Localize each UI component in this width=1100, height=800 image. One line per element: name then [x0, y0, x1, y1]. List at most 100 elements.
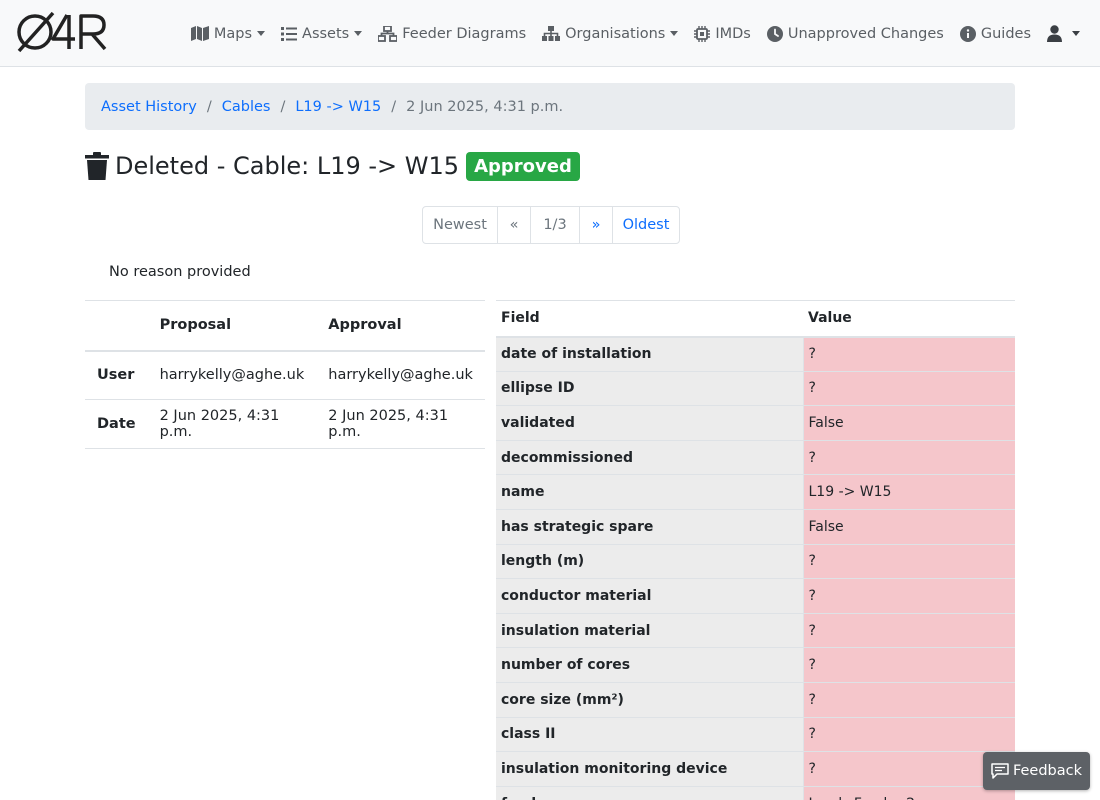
- org-icon: [542, 25, 561, 41]
- field-name: has strategic spare: [496, 509, 803, 545]
- table-row: feederLeeds Feeder 2: [496, 786, 1015, 800]
- row-label: Date: [97, 416, 136, 432]
- table-row: length (m)?: [496, 544, 1015, 579]
- table-header: Proposal: [159, 317, 232, 334]
- field-name: insulation monitoring device: [496, 751, 803, 787]
- nav-guides[interactable]: Guides: [959, 25, 1031, 42]
- table-row: insulation material?: [496, 613, 1015, 648]
- table-row: Date 2 Jun 2025, 4:31 p.m. 2 Jun 2025, 4…: [85, 400, 485, 449]
- field-value: ?: [802, 647, 1015, 683]
- proposal-user: harrykelly@aghe.uk: [159, 367, 305, 384]
- chevron-down-icon: [354, 31, 363, 36]
- breadcrumb-cables[interactable]: Cables: [222, 99, 271, 115]
- nav-maps[interactable]: Maps: [190, 25, 266, 42]
- field-value: ?: [802, 613, 1015, 648]
- nav-unapproved-changes[interactable]: Unapproved Changes: [766, 25, 944, 42]
- nav-maps-label: Maps: [213, 25, 253, 42]
- page-title-row: Deleted - Cable: L19 -> W15 Approved: [85, 146, 580, 186]
- nav-user-menu[interactable]: [1047, 25, 1080, 42]
- field-value: ?: [802, 544, 1015, 579]
- table-row: insulation monitoring device?: [496, 751, 1015, 787]
- table-header: [85, 301, 148, 351]
- nav-imds-label: IMDs: [715, 25, 751, 42]
- feedback-button[interactable]: Feedback: [983, 752, 1090, 790]
- pagination-prev: «: [498, 207, 531, 243]
- table-row: number of cores?: [496, 647, 1015, 683]
- table-row: conductor material?: [496, 578, 1015, 614]
- field-name: insulation material: [496, 613, 803, 648]
- row-label: User: [97, 367, 135, 384]
- breadcrumb-asset-history[interactable]: Asset History: [101, 99, 197, 115]
- field-name: ellipse ID: [496, 371, 803, 406]
- field-name: number of cores: [496, 647, 803, 683]
- approval-user: harrykelly@aghe.uk: [328, 367, 473, 384]
- pagination: Newest « 1/3 » Oldest: [422, 206, 680, 244]
- info-icon: [959, 25, 976, 42]
- chip-icon: [694, 25, 711, 42]
- nav-imds[interactable]: IMDs: [694, 25, 751, 42]
- nav-unapproved-changes-label: Unapproved Changes: [787, 25, 944, 42]
- table-row: validated False: [496, 405, 1015, 441]
- logo[interactable]: [15, 11, 107, 53]
- breadcrumb-current: 2 Jun 2025, 4:31 p.m.: [406, 98, 564, 115]
- page-title: Deleted - Cable: L19 -> W15: [115, 152, 460, 180]
- nav-organisations[interactable]: Organisations: [542, 25, 679, 42]
- field-value: ?: [802, 682, 1015, 718]
- pagination-oldest[interactable]: Oldest: [613, 207, 679, 243]
- table-header-row: Field Value: [496, 300, 1015, 337]
- field-value: ?: [802, 336, 1015, 372]
- nav-assets-label: Assets: [302, 25, 350, 42]
- list-icon: [281, 26, 298, 41]
- pagination-newest: Newest: [423, 207, 498, 243]
- change-reason: No reason provided: [109, 264, 251, 280]
- user-icon: [1047, 25, 1062, 42]
- approval-date: 2 Jun 2025, 4:31 p.m.: [328, 408, 449, 440]
- trash-icon: [85, 152, 109, 180]
- table-row: name L19 -> W15: [496, 474, 1015, 510]
- clock-icon: [766, 25, 783, 42]
- field-value: False: [802, 509, 1015, 545]
- approval-table: Proposal Approval User harrykelly@aghe.u…: [85, 300, 485, 449]
- table-row: decommissioned?: [496, 440, 1015, 475]
- field-name: core size (mm²): [496, 682, 803, 718]
- field-value: L19 -> W15: [802, 474, 1015, 510]
- pagination-next[interactable]: »: [580, 207, 613, 243]
- table-row: date of installation?: [496, 336, 1015, 372]
- field-name: class II: [496, 717, 803, 752]
- breadcrumb-separator: /: [391, 98, 397, 115]
- table-header-row: Proposal Approval: [85, 300, 485, 351]
- proposal-date: 2 Jun 2025, 4:31 p.m.: [159, 408, 280, 440]
- chevron-down-icon: [670, 31, 679, 36]
- table-row: core size (mm²)?: [496, 682, 1015, 718]
- field-value: ?: [802, 717, 1015, 752]
- fields-table: Field Value date of installation? ellips…: [496, 300, 1015, 800]
- breadcrumb-separator: /: [206, 98, 212, 115]
- breadcrumb-asset[interactable]: L19 -> W15: [295, 99, 381, 115]
- field-name: length (m): [496, 544, 803, 579]
- table-row: User harrykelly@aghe.uk harrykelly@aghe.…: [85, 351, 485, 400]
- table-header-value: Value: [808, 310, 852, 327]
- table-row: ellipse ID?: [496, 371, 1015, 406]
- field-value: ?: [802, 578, 1015, 614]
- pagination-current: 1/3: [531, 207, 580, 243]
- table-row: has strategic spare False: [496, 509, 1015, 545]
- field-value: False: [802, 405, 1015, 441]
- breadcrumb-separator: /: [280, 98, 286, 115]
- nav-assets[interactable]: Assets: [281, 25, 363, 42]
- field-value: ?: [802, 371, 1015, 406]
- field-name: date of installation: [496, 336, 803, 372]
- field-name: conductor material: [496, 578, 803, 614]
- table-header: Approval: [328, 317, 402, 334]
- field-name: name: [496, 474, 803, 510]
- table-header-field: Field: [501, 310, 540, 327]
- nav-guides-label: Guides: [980, 25, 1031, 42]
- comment-icon: [991, 763, 1009, 779]
- navbar: Maps Assets Feeder Diagrams Organisation…: [0, 0, 1100, 67]
- nav-feeder-diagrams[interactable]: Feeder Diagrams: [378, 25, 527, 42]
- nav-feeder-diagrams-label: Feeder Diagrams: [402, 25, 527, 42]
- field-name: feeder: [496, 786, 803, 800]
- breadcrumb: Asset History / Cables / L19 -> W15 / 2 …: [85, 83, 1015, 130]
- main-nav: Maps Assets Feeder Diagrams Organisation…: [175, 0, 1080, 67]
- sitemap-icon: [378, 25, 398, 42]
- field-name: decommissioned: [496, 440, 803, 475]
